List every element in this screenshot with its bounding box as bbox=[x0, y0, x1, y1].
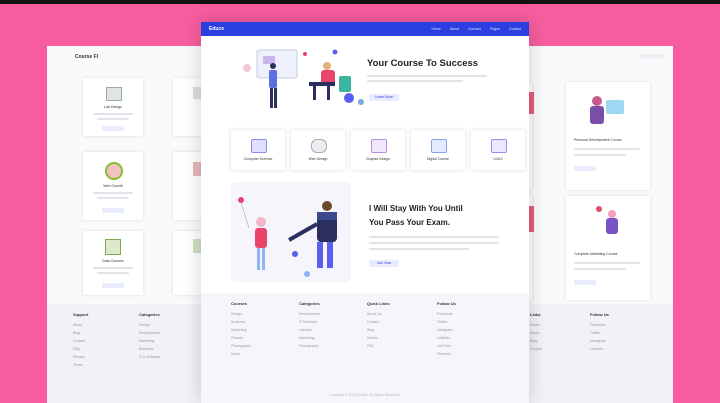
data-icon bbox=[105, 239, 121, 255]
site-logo[interactable]: Educe bbox=[209, 26, 224, 32]
window-icon bbox=[491, 139, 507, 153]
nav-link-about[interactable]: About bbox=[450, 27, 459, 31]
monitor-icon bbox=[431, 139, 447, 153]
hero-learn-more-button[interactable]: Learn More bbox=[369, 94, 399, 101]
feature-card-computer[interactable]: Computer Science bbox=[231, 130, 285, 170]
feature-row: Computer Science Web Design Graphic Desi… bbox=[231, 130, 525, 170]
section2-title-line2: You Pass Your Exam. bbox=[369, 218, 450, 227]
footer-column: Follow Us Facebook Twitter Instagram Lin… bbox=[590, 312, 609, 351]
card-button[interactable] bbox=[574, 280, 596, 285]
pencil-icon bbox=[371, 139, 387, 153]
hero-illustration bbox=[243, 49, 364, 108]
hero-title: Your Course To Success bbox=[367, 58, 479, 69]
hand-icon bbox=[311, 139, 327, 153]
card-title: Web Growth bbox=[103, 184, 123, 188]
nav-link-pages[interactable]: Pages bbox=[490, 27, 500, 31]
handshake-illustration bbox=[238, 197, 337, 277]
course-card[interactable]: Web Growth bbox=[83, 152, 143, 220]
card-title: Complete Marketing Course bbox=[574, 252, 618, 256]
footer-column: Categories Design Development Marketing … bbox=[139, 312, 161, 359]
card-title: Personal Development Course bbox=[574, 138, 622, 142]
footer-column: Support About Blog Contact FAQ Privacy T… bbox=[73, 312, 89, 367]
feature-card-digital[interactable]: Digital Course bbox=[411, 130, 465, 170]
center-footer: Courses Design Business Marketing Financ… bbox=[201, 293, 529, 403]
copyright-text: Copyright © 2020 Educe. All Rights Reser… bbox=[329, 393, 401, 397]
footer-column: Courses Design Business Marketing Financ… bbox=[231, 301, 251, 356]
left-brand: Course FI bbox=[75, 54, 99, 60]
nav-link-contact[interactable]: Contact bbox=[509, 27, 521, 31]
feature-card-web[interactable]: Web Design bbox=[291, 130, 345, 170]
course-card[interactable]: Data Courses bbox=[83, 231, 143, 295]
card-button[interactable] bbox=[574, 166, 596, 171]
card-button[interactable] bbox=[102, 126, 124, 131]
nav-link-home[interactable]: Home bbox=[431, 27, 440, 31]
top-border bbox=[0, 0, 720, 4]
join-now-button[interactable]: Join Now bbox=[369, 260, 399, 267]
card-title: Lab Design bbox=[104, 105, 122, 109]
feature-card-uiux[interactable]: UI/UX bbox=[471, 130, 525, 170]
nav-link-courses[interactable]: Courses bbox=[468, 27, 481, 31]
center-page-preview: Educe Home About Courses Pages Contact Y… bbox=[201, 22, 529, 403]
computer-icon bbox=[251, 139, 267, 153]
course-card[interactable]: Lab Design bbox=[83, 78, 143, 136]
lab-icon bbox=[106, 87, 122, 101]
course-card[interactable]: Complete Marketing Course bbox=[566, 196, 650, 300]
nav-links: Home About Courses Pages Contact bbox=[431, 27, 521, 31]
footer-column: Categories Development IT Software Lifes… bbox=[299, 301, 320, 348]
feature-card-graphic[interactable]: Graphic Design bbox=[351, 130, 405, 170]
person-laptop-illustration bbox=[588, 92, 628, 126]
section2-title-line1: I Will Stay With You Until bbox=[369, 204, 463, 213]
right-header-accent bbox=[640, 54, 664, 59]
card-button[interactable] bbox=[102, 283, 124, 288]
course-card[interactable]: Personal Development Course bbox=[566, 82, 650, 190]
footer-column: Quick Links About Us Contact Blog Events… bbox=[367, 301, 390, 348]
card-button[interactable] bbox=[102, 208, 124, 213]
person-balloon-illustration bbox=[596, 204, 626, 244]
footer-column: Follow Us Facebook Twitter Instagram Lin… bbox=[437, 301, 456, 356]
growth-icon bbox=[105, 162, 123, 180]
footer-column: Links Home About Blog Contact bbox=[530, 312, 543, 351]
card-title: Data Courses bbox=[102, 259, 124, 263]
navbar: Educe Home About Courses Pages Contact bbox=[201, 22, 529, 36]
